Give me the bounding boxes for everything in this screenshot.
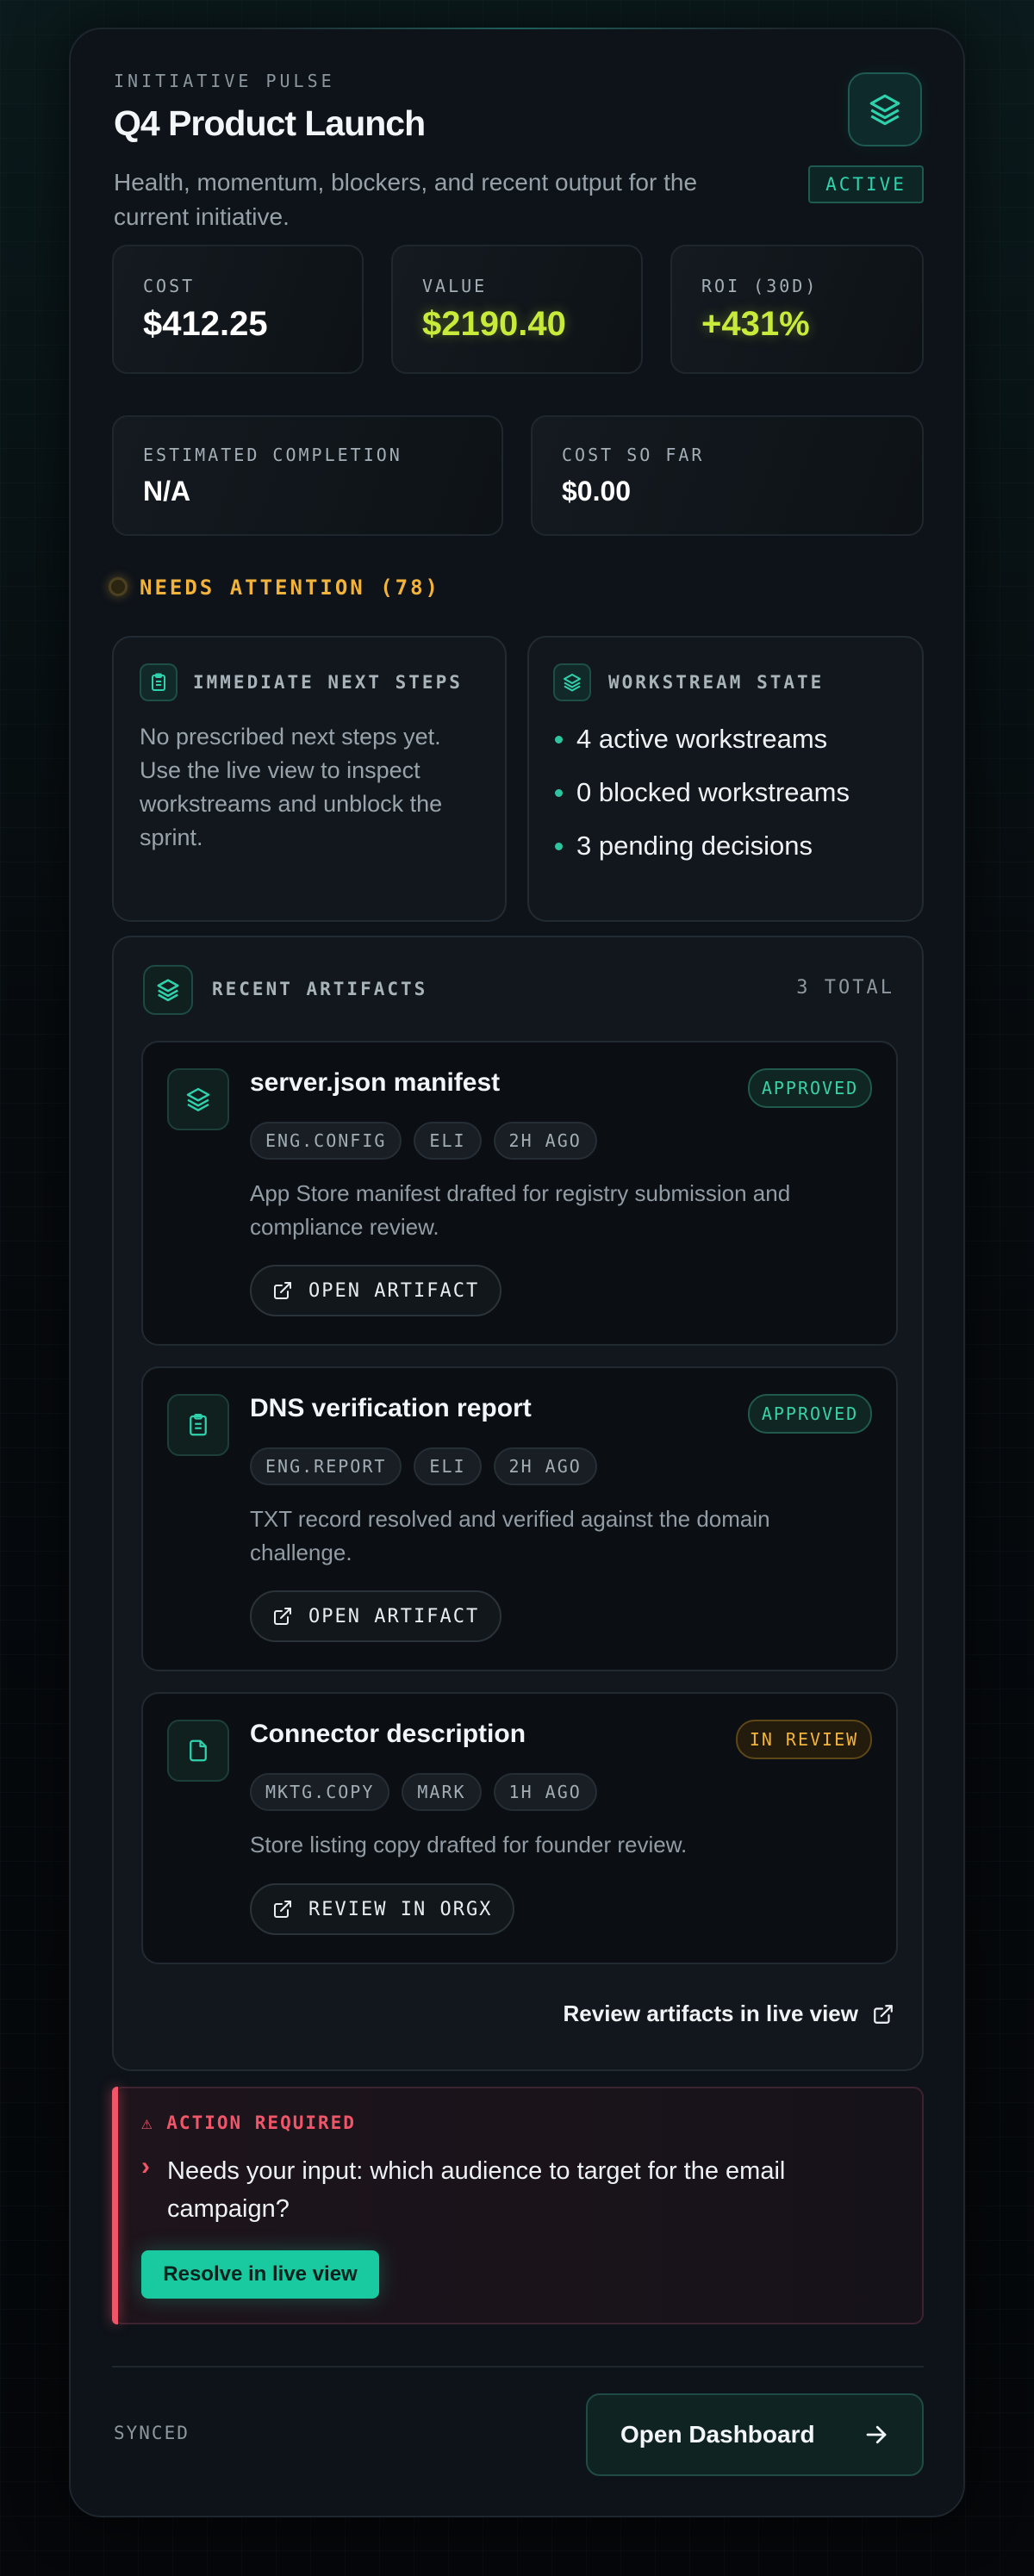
metric-cost: COST $412.25 <box>112 245 364 374</box>
page-subtitle: Health, momentum, blockers, and recent o… <box>114 169 698 230</box>
artifact-tag: ELI <box>414 1447 482 1485</box>
metric-value: $412.25 <box>143 305 268 343</box>
layers-icon <box>157 979 179 1002</box>
workstream-state-title: WORKSTREAM STATE <box>608 672 825 693</box>
workstream-item: 3 pending decisions <box>555 831 813 862</box>
initiative-logo <box>848 72 922 146</box>
metric-value-card: VALUE $2190.40 <box>391 245 643 374</box>
workstream-item-text: 0 blocked workstreams <box>576 777 850 807</box>
next-steps-title: IMMEDIATE NEXT STEPS <box>193 672 463 693</box>
bullet-icon <box>555 842 563 850</box>
recent-artifacts-panel: RECENT ARTIFACTS 3 TOTAL server.json man… <box>112 936 924 2071</box>
layers-icon <box>869 94 900 126</box>
artifact-tag: MKTG.COPY <box>250 1773 390 1811</box>
review-artifacts-live-link[interactable]: Review artifacts in live view <box>564 2000 895 2027</box>
artifact-tag: 2H AGO <box>493 1447 597 1485</box>
next-steps-panel: IMMEDIATE NEXT STEPS No prescribed next … <box>112 636 507 922</box>
action-accent-bar <box>112 2087 118 2324</box>
arrow-right-icon <box>866 2425 887 2444</box>
artifacts-total-count: 3 TOTAL <box>796 977 894 999</box>
open-artifact-button[interactable]: OPEN ARTIFACT <box>250 1265 502 1316</box>
metric-label: COST <box>143 276 196 296</box>
action-required-panel: ⚠ ACTION REQUIRED › Needs your input: wh… <box>112 2087 924 2324</box>
artifact-title: server.json manifest <box>250 1068 501 1097</box>
open-dashboard-label: Open Dashboard <box>620 2421 815 2448</box>
artifact-card: server.json manifest APPROVED ENG.CONFIG… <box>141 1041 898 1346</box>
workstream-item: 4 active workstreams <box>555 724 827 755</box>
artifact-tag: MARK <box>402 1773 482 1811</box>
clipboard-icon <box>167 1394 229 1456</box>
chevron-right-icon: › <box>141 2152 150 2181</box>
artifact-card: Connector description IN REVIEW MKTG.COP… <box>141 1692 898 1964</box>
artifact-status-badge: IN REVIEW <box>736 1720 872 1759</box>
metric-value: $0.00 <box>562 476 632 507</box>
footer-divider <box>112 2366 924 2368</box>
artifact-tag: 1H AGO <box>493 1773 597 1811</box>
artifact-tags: ENG.CONFIG ELI 2H AGO <box>250 1122 609 1160</box>
open-artifact-label: OPEN ARTIFACT <box>308 1605 480 1627</box>
review-artifacts-live-label: Review artifacts in live view <box>563 2000 859 2026</box>
metric-roi: ROI (30D) +431% <box>670 245 924 374</box>
artifact-title: DNS verification report <box>250 1394 532 1422</box>
metric-label: ESTIMATED COMPLETION <box>143 445 402 465</box>
status-badge: ACTIVE <box>808 165 924 203</box>
metric-label: ROI (30D) <box>701 276 819 296</box>
eyebrow-label: INITIATIVE PULSE <box>114 71 335 91</box>
artifact-tag: ELI <box>414 1122 482 1160</box>
metric-value: N/A <box>143 476 191 507</box>
workstream-item: 0 blocked workstreams <box>555 777 850 808</box>
next-steps-text: No prescribed next steps yet. Use the li… <box>140 724 443 850</box>
open-dashboard-button[interactable]: Open Dashboard <box>586 2393 924 2476</box>
metric-value: $2190.40 <box>422 305 566 343</box>
metric-estimated-completion: ESTIMATED COMPLETION N/A <box>112 415 503 536</box>
metric-value: +431% <box>701 305 810 343</box>
metric-label: COST SO FAR <box>562 445 705 465</box>
review-in-orgx-button[interactable]: REVIEW IN ORGX <box>250 1883 515 1935</box>
sync-status: SYNCED <box>114 2423 190 2443</box>
initiative-pulse-card: INITIATIVE PULSE Q4 Product Launch Healt… <box>69 28 965 2517</box>
metric-cost-so-far: COST SO FAR $0.00 <box>531 415 924 536</box>
artifact-tags: ENG.REPORT ELI 2H AGO <box>250 1447 609 1485</box>
workstream-state-panel: WORKSTREAM STATE 4 active workstreams 0 … <box>527 636 924 922</box>
bullet-icon <box>555 788 563 797</box>
artifact-description: App Store manifest drafted for registry … <box>250 1180 791 1240</box>
artifact-status-badge: APPROVED <box>748 1394 872 1434</box>
action-required-text: Needs your input: which audience to targ… <box>167 2157 786 2223</box>
artifact-description: Store listing copy drafted for founder r… <box>250 1832 688 1857</box>
artifact-tag: ENG.REPORT <box>250 1447 402 1485</box>
artifact-title: Connector description <box>250 1720 526 1748</box>
needs-attention-heading: NEEDS ATTENTION (78) <box>140 576 440 600</box>
metric-label: VALUE <box>422 276 488 296</box>
artifact-tag: 2H AGO <box>493 1122 597 1160</box>
document-icon <box>167 1720 229 1782</box>
external-link-icon <box>874 2004 893 2024</box>
artifact-status-badge: APPROVED <box>748 1068 872 1108</box>
layers-icon <box>553 663 591 701</box>
resolve-in-live-view-button[interactable]: Resolve in live view <box>141 2250 379 2299</box>
artifacts-header-icon <box>143 965 193 1015</box>
external-link-icon <box>274 1901 291 1918</box>
attention-indicator-icon <box>109 577 128 596</box>
clipboard-icon <box>140 663 178 701</box>
external-link-icon <box>274 1608 291 1625</box>
action-required-title: ⚠ ACTION REQUIRED <box>141 2112 356 2133</box>
recent-artifacts-title: RECENT ARTIFACTS <box>212 979 428 999</box>
review-in-orgx-label: REVIEW IN ORGX <box>308 1898 493 1920</box>
bullet-icon <box>555 735 563 744</box>
artifact-description: TXT record resolved and verified against… <box>250 1506 770 1565</box>
open-artifact-label: OPEN ARTIFACT <box>308 1279 480 1302</box>
workstream-item-text: 3 pending decisions <box>576 831 813 861</box>
layers-icon <box>167 1068 229 1130</box>
artifact-tag: ENG.CONFIG <box>250 1122 402 1160</box>
artifact-tags: MKTG.COPY MARK 1H AGO <box>250 1773 609 1811</box>
workstream-item-text: 4 active workstreams <box>576 724 828 754</box>
artifact-card: DNS verification report APPROVED ENG.REP… <box>141 1366 898 1671</box>
page-title: Q4 Product Launch <box>114 103 426 143</box>
external-link-icon <box>274 1282 291 1299</box>
open-artifact-button[interactable]: OPEN ARTIFACT <box>250 1590 502 1642</box>
